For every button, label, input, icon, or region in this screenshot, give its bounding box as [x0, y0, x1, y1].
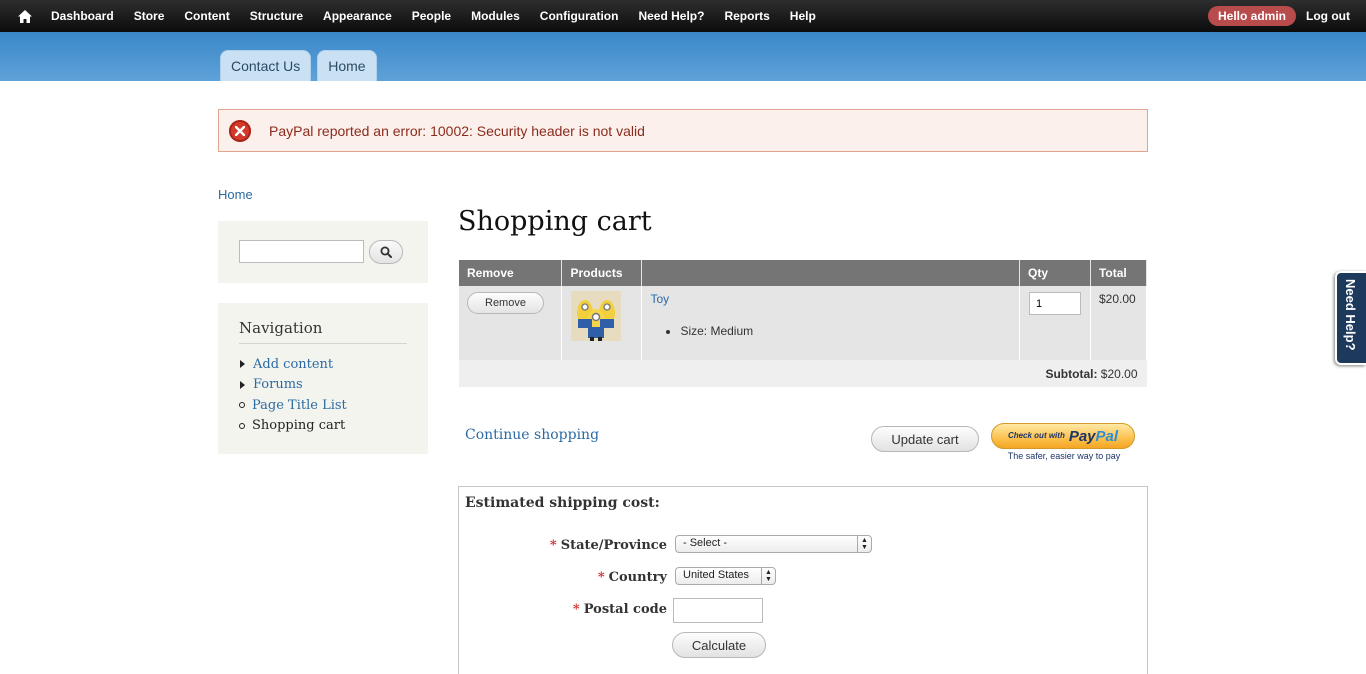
subtotal-row: Subtotal: $20.00: [459, 360, 1147, 387]
error-text: PayPal reported an error: 10002: Securit…: [269, 122, 645, 139]
nav-item-shopping-cart[interactable]: Shopping cart: [239, 416, 407, 437]
toolbar-item-appearance[interactable]: Appearance: [323, 9, 392, 23]
nav-item-forums[interactable]: Forums: [239, 375, 407, 396]
postal-code-input[interactable]: [673, 598, 763, 623]
nav-item-page-title-list[interactable]: Page Title List: [239, 395, 407, 416]
toolbar-item-need-help[interactable]: Need Help?: [638, 9, 704, 23]
search-input[interactable]: [239, 240, 364, 263]
search-button[interactable]: [369, 240, 403, 264]
breadcrumb-home[interactable]: Home: [218, 187, 253, 202]
search-block: [218, 221, 428, 283]
toolbar-item-modules[interactable]: Modules: [471, 9, 520, 23]
need-help-side-tab[interactable]: Need Help?: [1335, 271, 1366, 365]
toolbar-item-reports[interactable]: Reports: [724, 9, 769, 23]
toolbar-item-people[interactable]: People: [412, 9, 451, 23]
subtotal-value: $20.00: [1100, 366, 1138, 381]
admin-toolbar: Dashboard Store Content Structure Appear…: [0, 0, 1366, 32]
toolbar-item-content[interactable]: Content: [184, 9, 229, 23]
expand-arrow-icon: [240, 360, 245, 369]
header-qty: Qty: [1019, 260, 1091, 286]
main-tabs: Contact Us Home: [220, 50, 383, 81]
site-header: Contact Us Home: [0, 32, 1366, 81]
toolbar-item-store[interactable]: Store: [134, 9, 165, 23]
subtotal-label: Subtotal:: [1045, 366, 1098, 381]
tab-contact-us[interactable]: Contact Us: [220, 50, 312, 81]
logout-link[interactable]: Log out: [1306, 9, 1350, 23]
nav-link-add-content[interactable]: Add content: [253, 357, 333, 372]
nav-link-page-title-list[interactable]: Page Title List: [252, 398, 347, 413]
tab-home[interactable]: Home: [317, 50, 377, 81]
product-attribute: Size: Medium: [680, 324, 1011, 338]
country-select[interactable]: United States ▲ ▼: [675, 567, 776, 585]
paypal-logo: PayPal: [1068, 427, 1119, 445]
cart-header-row: Remove Products Qty Total: [459, 260, 1148, 286]
calculate-button[interactable]: Calculate: [672, 632, 766, 658]
error-icon: [229, 119, 251, 142]
toolbar-item-configuration[interactable]: Configuration: [540, 9, 619, 23]
nav-link-forums[interactable]: Forums: [253, 377, 303, 392]
toolbar-item-help[interactable]: Help: [790, 9, 816, 23]
country-label: * Country: [597, 570, 667, 585]
toolbar-item-dashboard[interactable]: Dashboard: [51, 9, 114, 23]
product-link[interactable]: Toy: [650, 292, 669, 306]
state-label: * State/Province: [549, 538, 667, 553]
product-thumbnail[interactable]: [571, 291, 622, 341]
navigation-block: Navigation Add content Forums Page Title…: [218, 303, 428, 454]
home-icon[interactable]: [0, 0, 50, 32]
paypal-checkout-button[interactable]: Check out with PayPal The safer, easier …: [991, 423, 1137, 463]
shipping-title: Estimated shipping cost:: [465, 495, 660, 511]
expand-arrow-icon: [240, 380, 245, 389]
nav-item-add-content[interactable]: Add content: [239, 354, 407, 375]
paypal-tagline: The safer, easier way to pay: [1007, 451, 1121, 461]
header-products: Products: [561, 260, 643, 286]
update-cart-button[interactable]: Update cart: [871, 426, 979, 452]
search-icon: [380, 246, 392, 258]
postal-code-label: * Postal code: [572, 602, 667, 617]
shipping-estimate-fieldset: Estimated shipping cost: * State/Province…: [458, 486, 1148, 674]
header-remove: Remove: [459, 260, 563, 286]
paypal-checkout-text: Check out with: [1007, 431, 1065, 440]
header-total: Total: [1090, 260, 1148, 286]
toolbar-item-structure[interactable]: Structure: [250, 9, 303, 23]
page-title: Shopping cart: [458, 206, 652, 237]
row-total: $20.00: [1090, 286, 1148, 360]
bullet-icon: [239, 402, 245, 409]
continue-shopping-link[interactable]: Continue shopping: [465, 427, 599, 443]
select-arrows-icon: ▲ ▼: [857, 536, 871, 552]
table-row: Remove Toy • Size: Medium 1 $20.00: [459, 286, 1148, 360]
bullet-icon: [239, 422, 245, 429]
cart-table: Remove Products Qty Total Remove Toy • S…: [459, 260, 1148, 387]
need-help-tab-label: Need Help?: [1343, 279, 1358, 351]
hello-admin-badge[interactable]: Hello admin: [1208, 6, 1297, 26]
select-arrows-icon: ▲ ▼: [761, 568, 775, 584]
state-select[interactable]: - Select - ▲ ▼: [675, 535, 872, 553]
error-message: PayPal reported an error: 10002: Securit…: [218, 109, 1148, 152]
toolbar-menu: Dashboard Store Content Structure Appear…: [50, 9, 836, 23]
navigation-title: Navigation: [239, 319, 407, 344]
qty-input[interactable]: [1028, 292, 1081, 315]
header-description: [641, 260, 1020, 286]
remove-button[interactable]: Remove: [467, 292, 544, 314]
nav-link-shopping-cart[interactable]: Shopping cart: [252, 418, 345, 433]
